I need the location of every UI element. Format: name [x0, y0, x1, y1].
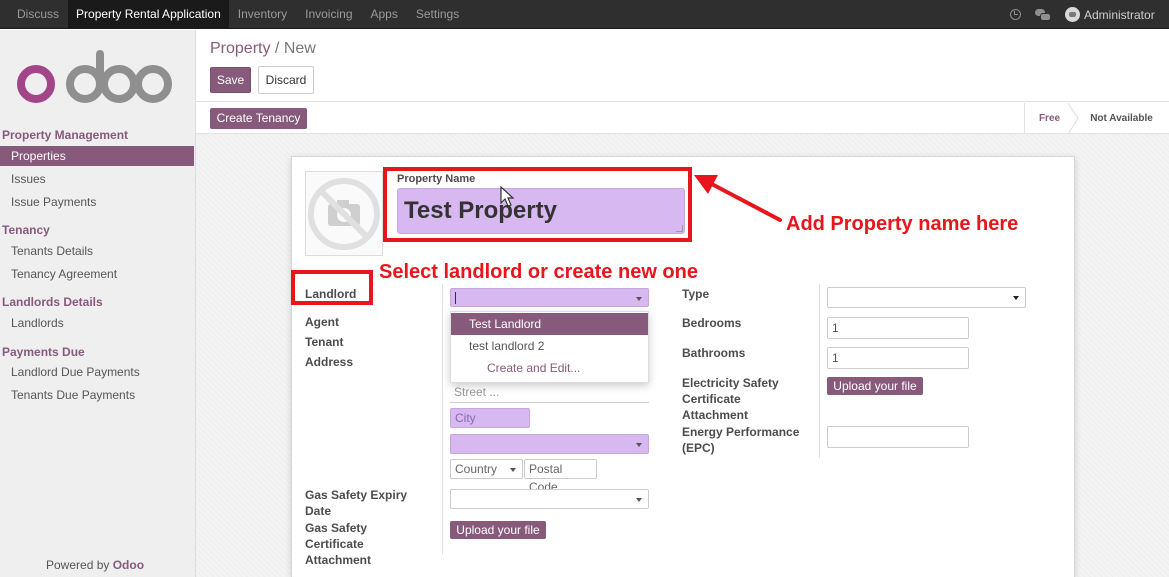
- sidebar-item-tenants-details[interactable]: Tenants Details: [0, 241, 194, 261]
- menu-settings[interactable]: Settings: [407, 0, 468, 29]
- property-image-field[interactable]: [305, 171, 383, 256]
- activity-clock-icon[interactable]: [1010, 9, 1021, 20]
- chevron-down-icon: [510, 468, 516, 472]
- menu-invoicing[interactable]: Invoicing: [296, 0, 361, 29]
- stage-free[interactable]: Free: [1024, 103, 1074, 134]
- postal-code-input[interactable]: Postal Code: [524, 459, 597, 494]
- dropdown-option-test-landlord[interactable]: Test Landlord: [451, 313, 648, 335]
- chevron-down-icon: [636, 498, 642, 502]
- dropdown-create-and-edit[interactable]: Create and Edit...: [451, 357, 648, 379]
- save-button[interactable]: Save: [210, 67, 251, 93]
- sidebar-item-tenancy-agreement[interactable]: Tenancy Agreement: [0, 264, 194, 284]
- bedrooms-input[interactable]: 1: [827, 317, 969, 339]
- street-placeholder: Street ...: [454, 385, 500, 399]
- menu-inventory[interactable]: Inventory: [229, 0, 296, 29]
- bedrooms-label: Bedrooms: [682, 316, 742, 330]
- powered-brand-link[interactable]: Odoo: [113, 558, 144, 572]
- status-bar: Create Tenancy Free Not Available: [196, 103, 1169, 134]
- epc-input[interactable]: [827, 426, 969, 448]
- landlord-select[interactable]: [450, 288, 649, 307]
- country-placeholder: Country: [455, 462, 498, 476]
- city-placeholder: City: [455, 411, 476, 425]
- address-label: Address: [305, 355, 354, 369]
- electricity-safety-label: Electricity Safety Certificate Attachmen…: [682, 376, 779, 422]
- epc-label: Energy Performance (EPC): [682, 425, 800, 455]
- chevron-down-icon: [636, 297, 642, 301]
- mouse-pointer-icon: [500, 186, 515, 207]
- chevron-down-icon: [1013, 296, 1019, 300]
- gas-safety-attachment-label: Gas Safety Certificate Attachment: [305, 521, 372, 567]
- annotation-box-landlord: [291, 270, 373, 305]
- top-navbar: Discuss Property Rental Application Inve…: [0, 0, 1169, 29]
- gas-safety-date-select[interactable]: [450, 489, 649, 509]
- menu-apps[interactable]: Apps: [362, 0, 407, 29]
- bathrooms-label: Bathrooms: [682, 346, 746, 360]
- chat-icon[interactable]: [1035, 9, 1051, 21]
- annotation-arrow-icon: [694, 175, 782, 222]
- tenant-label: Tenant: [305, 335, 344, 349]
- type-select[interactable]: [827, 287, 1026, 308]
- breadcrumb-separator: /: [270, 40, 284, 57]
- gas-safety-date-label: Gas Safety Expiry Date: [305, 488, 408, 518]
- country-select[interactable]: Country: [450, 459, 523, 479]
- gas-safety-upload-button[interactable]: Upload your file: [450, 521, 546, 539]
- menu-discuss[interactable]: Discuss: [8, 0, 68, 29]
- odoo-logo: [17, 50, 172, 103]
- control-panel: Property / New Save Discard: [196, 30, 1169, 102]
- type-label: Type: [682, 287, 710, 301]
- breadcrumb-current: New: [283, 40, 316, 57]
- agent-label: Agent: [305, 315, 339, 329]
- bathrooms-input[interactable]: 1: [827, 347, 969, 369]
- street-input[interactable]: Street ...: [450, 383, 649, 403]
- sidebar-item-tenants-due-payments[interactable]: Tenants Due Payments: [0, 385, 194, 405]
- sidebar-item-landlords[interactable]: Landlords: [0, 313, 194, 333]
- chevron-down-icon: [636, 443, 642, 447]
- powered-prefix: Powered by: [46, 558, 113, 572]
- sidebar: Property Management Properties Issues Is…: [0, 30, 196, 577]
- user-name[interactable]: Administrator: [1084, 8, 1169, 22]
- sidebar-section-property-management[interactable]: Property Management: [2, 128, 128, 142]
- sidebar-item-properties[interactable]: Properties: [0, 146, 194, 166]
- discard-button[interactable]: Discard: [258, 66, 314, 94]
- city-input[interactable]: City: [450, 408, 530, 428]
- sidebar-section-tenancy[interactable]: Tenancy: [2, 223, 50, 237]
- dropdown-option-test-landlord-2[interactable]: test landlord 2: [451, 335, 648, 357]
- sidebar-section-landlords-details[interactable]: Landlords Details: [2, 295, 103, 309]
- annotation-text-landlord: Select landlord or create new one: [379, 261, 698, 283]
- create-tenancy-button[interactable]: Create Tenancy: [210, 108, 307, 129]
- text-cursor: [455, 292, 456, 304]
- sidebar-item-issue-payments[interactable]: Issue Payments: [0, 192, 194, 212]
- annotation-box-property-name: [383, 167, 692, 242]
- stage-not-available[interactable]: Not Available: [1074, 103, 1169, 134]
- right-group-separator: [819, 284, 820, 458]
- landlord-dropdown: Test Landlord test landlord 2 Create and…: [450, 311, 649, 383]
- sidebar-section-payments-due[interactable]: Payments Due: [2, 345, 85, 359]
- breadcrumb-parent[interactable]: Property: [210, 40, 270, 57]
- left-group-separator: [442, 284, 443, 554]
- state-select[interactable]: [450, 434, 649, 454]
- menu-property-rental[interactable]: Property Rental Application: [68, 0, 229, 29]
- no-camera-icon: [308, 178, 380, 250]
- sidebar-item-landlord-due-payments[interactable]: Landlord Due Payments: [0, 362, 194, 382]
- app-menu: Discuss Property Rental Application Inve…: [8, 0, 468, 29]
- powered-by: Powered by Odoo: [46, 558, 144, 572]
- user-avatar[interactable]: [1065, 7, 1080, 22]
- sidebar-item-issues[interactable]: Issues: [0, 169, 194, 189]
- annotation-text-property-name: Add Property name here: [786, 213, 1019, 235]
- electricity-upload-button[interactable]: Upload your file: [827, 377, 923, 395]
- breadcrumb: Property / New: [210, 40, 316, 58]
